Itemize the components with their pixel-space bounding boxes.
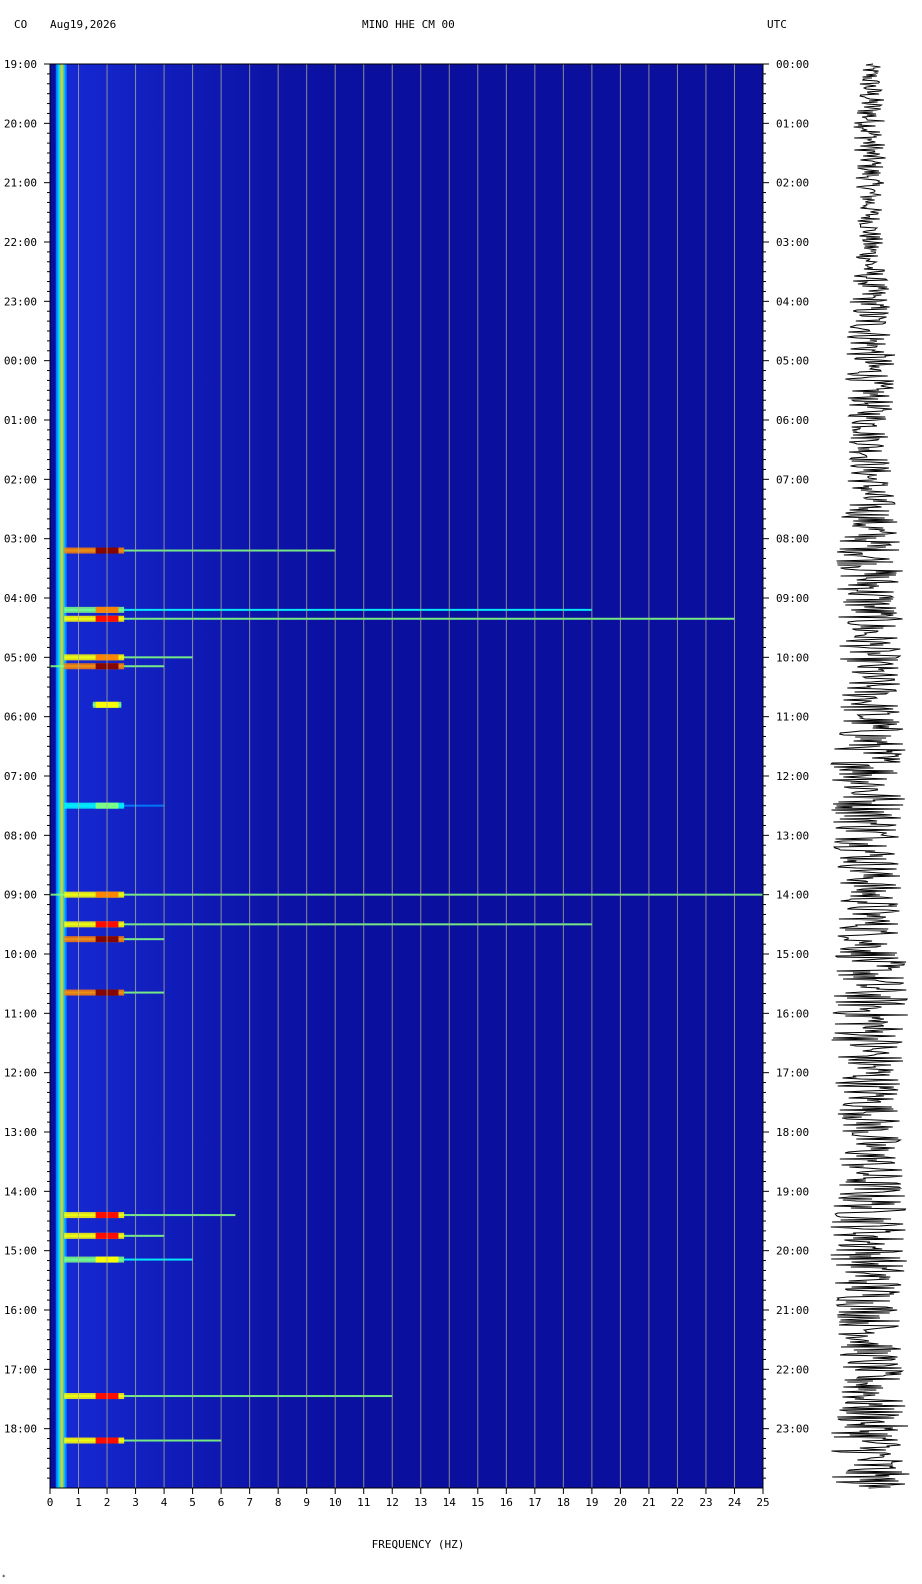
y-tick-label-left: 03:00 bbox=[4, 533, 37, 546]
y-tick-label-right: 21:00 bbox=[776, 1304, 809, 1317]
y-tick-label-left: 09:00 bbox=[4, 889, 37, 902]
y-tick-label-right: 01:00 bbox=[776, 117, 809, 130]
noise-texture bbox=[67, 64, 393, 1488]
y-tick-label-left: 08:00 bbox=[4, 829, 37, 842]
x-tick-label: 2 bbox=[104, 1496, 111, 1509]
event-line bbox=[64, 608, 592, 611]
y-tick-label-right: 00:00 bbox=[776, 58, 809, 71]
event-line bbox=[50, 893, 763, 896]
x-tick-label: 1 bbox=[75, 1496, 82, 1509]
x-tick-label: 15 bbox=[471, 1496, 484, 1509]
y-tick-label-left: 18:00 bbox=[4, 1423, 37, 1436]
event-line bbox=[64, 923, 592, 926]
x-tick-label: 20 bbox=[614, 1496, 627, 1509]
y-tick-label-right: 05:00 bbox=[776, 355, 809, 368]
y-tick-label-right: 11:00 bbox=[776, 711, 809, 724]
y-tick-label-right: 13:00 bbox=[776, 829, 809, 842]
seismogram-line bbox=[830, 63, 910, 1489]
x-tick-label: 3 bbox=[132, 1496, 139, 1509]
y-tick-label-left: 19:00 bbox=[4, 58, 37, 71]
y-tick-label-right: 02:00 bbox=[776, 177, 809, 190]
y-tick-label-left: 17:00 bbox=[4, 1363, 37, 1376]
y-tick-label-right: 09:00 bbox=[776, 592, 809, 605]
y-tick-label-left: 10:00 bbox=[4, 948, 37, 961]
x-tick-label: 0 bbox=[47, 1496, 54, 1509]
x-tick-label: 10 bbox=[329, 1496, 342, 1509]
x-tick-label: 23 bbox=[699, 1496, 712, 1509]
y-tick-label-left: 06:00 bbox=[4, 711, 37, 724]
y-tick-label-right: 17:00 bbox=[776, 1067, 809, 1080]
y-tick-label-right: 06:00 bbox=[776, 414, 809, 427]
y-tick-label-right: 04:00 bbox=[776, 295, 809, 308]
y-tick-label-left: 13:00 bbox=[4, 1126, 37, 1139]
y-tick-label-left: 05:00 bbox=[4, 651, 37, 664]
low-frequency-band bbox=[55, 64, 68, 1488]
x-tick-label: 6 bbox=[218, 1496, 225, 1509]
y-tick-label-left: 16:00 bbox=[4, 1304, 37, 1317]
y-tick-label-right: 07:00 bbox=[776, 473, 809, 486]
x-tick-label: 24 bbox=[728, 1496, 742, 1509]
x-tick-label: 21 bbox=[642, 1496, 655, 1509]
y-tick-label-left: 04:00 bbox=[4, 592, 37, 605]
y-tick-label-right: 10:00 bbox=[776, 651, 809, 664]
y-tick-label-left: 14:00 bbox=[4, 1185, 37, 1198]
x-tick-label: 5 bbox=[189, 1496, 196, 1509]
y-tick-label-left: 22:00 bbox=[4, 236, 37, 249]
x-tick-label: 18 bbox=[557, 1496, 570, 1509]
x-tick-label: 13 bbox=[414, 1496, 427, 1509]
x-tick-label: 4 bbox=[161, 1496, 168, 1509]
y-tick-label-left: 21:00 bbox=[4, 177, 37, 190]
x-tick-label: 12 bbox=[386, 1496, 399, 1509]
y-tick-label-left: 20:00 bbox=[4, 117, 37, 130]
y-tick-label-right: 23:00 bbox=[776, 1423, 809, 1436]
x-tick-label: 25 bbox=[756, 1496, 769, 1509]
event-line bbox=[64, 617, 735, 620]
y-tick-label-right: 15:00 bbox=[776, 948, 809, 961]
x-tick-label: 7 bbox=[246, 1496, 253, 1509]
x-tick-label: 17 bbox=[528, 1496, 541, 1509]
x-axis-title: FREQUENCY (HZ) bbox=[372, 1538, 465, 1551]
y-tick-label-right: 14:00 bbox=[776, 889, 809, 902]
y-tick-label-left: 00:00 bbox=[4, 355, 37, 368]
x-tick-label: 9 bbox=[303, 1496, 310, 1509]
y-tick-label-right: 19:00 bbox=[776, 1185, 809, 1198]
y-tick-label-right: 12:00 bbox=[776, 770, 809, 783]
y-tick-label-right: 22:00 bbox=[776, 1363, 809, 1376]
y-tick-label-left: 02:00 bbox=[4, 473, 37, 486]
x-tick-label: 16 bbox=[500, 1496, 513, 1509]
y-tick-label-left: 07:00 bbox=[4, 770, 37, 783]
x-tick-label: 14 bbox=[443, 1496, 457, 1509]
y-tick-label-left: 12:00 bbox=[4, 1067, 37, 1080]
y-tick-label-left: 11:00 bbox=[4, 1007, 37, 1020]
y-tick-label-left: 15:00 bbox=[4, 1245, 37, 1258]
y-tick-label-right: 20:00 bbox=[776, 1245, 809, 1258]
x-tick-label: 11 bbox=[357, 1496, 370, 1509]
y-tick-label-right: 03:00 bbox=[776, 236, 809, 249]
spectrogram-chart: 0 1 2 3 4 5 6 7 8 9 10 11 12 13 14 15 16 17 18 19 20 21 22 23 24… bbox=[4, 58, 910, 1551]
y-tick-label-right: 16:00 bbox=[776, 1007, 809, 1020]
y-tick-label-right: 18:00 bbox=[776, 1126, 809, 1139]
x-tick-label: 19 bbox=[585, 1496, 598, 1509]
y-tick-label-right: 08:00 bbox=[776, 533, 809, 546]
seismogram-trace bbox=[830, 63, 910, 1489]
x-tick-label: 22 bbox=[671, 1496, 684, 1509]
y-tick-label-left: 23:00 bbox=[4, 295, 37, 308]
plot-area bbox=[50, 64, 763, 1488]
footer-mark: * bbox=[2, 1574, 6, 1581]
y-tick-label-left: 01:00 bbox=[4, 414, 37, 427]
x-tick-label: 8 bbox=[275, 1496, 282, 1509]
